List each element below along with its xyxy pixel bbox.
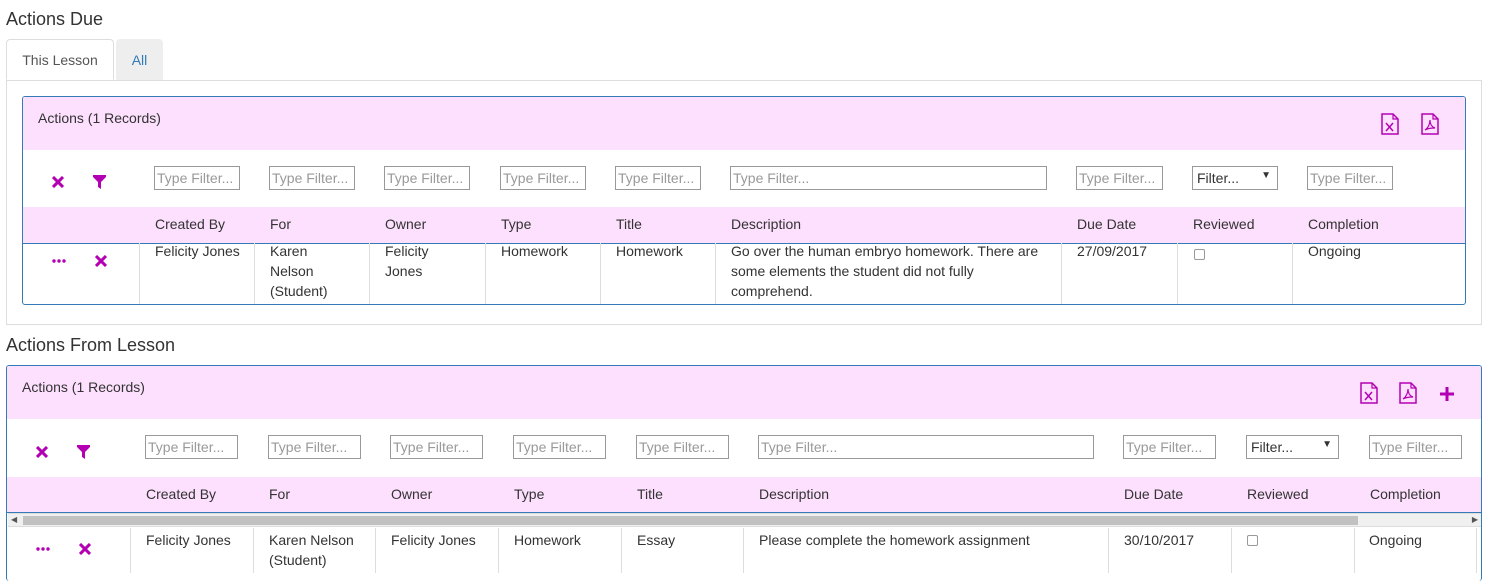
filter-type[interactable]	[500, 166, 586, 190]
scrollbar-thumb[interactable]	[23, 516, 1358, 525]
col-due-date[interactable]: Due Date	[1124, 486, 1183, 502]
panel-title: Actions (1 Records)	[22, 379, 145, 395]
filter-type[interactable]	[513, 435, 606, 459]
filter-owner[interactable]	[384, 166, 470, 190]
pdf-export-icon[interactable]	[1399, 382, 1417, 404]
filter-completion[interactable]	[1369, 435, 1462, 459]
clear-filter-icon[interactable]	[52, 176, 64, 188]
filter-completion[interactable]	[1307, 166, 1393, 190]
col-description[interactable]: Description	[731, 216, 801, 232]
cell-owner: Felicity Jones	[391, 532, 476, 548]
cell-due-date: 27/09/2017	[1077, 243, 1148, 259]
funnel-icon[interactable]	[93, 175, 106, 189]
excel-export-icon[interactable]	[1381, 113, 1399, 135]
cell-for: Karen Nelson (Student)	[269, 532, 354, 568]
cell-created-by: Felicity Jones	[146, 532, 231, 548]
excel-export-icon[interactable]	[1360, 382, 1378, 404]
reviewed-checkbox[interactable]	[1247, 535, 1258, 546]
horizontal-scrollbar[interactable]: ◀ ▶	[8, 513, 1481, 527]
more-options-icon[interactable]	[36, 547, 50, 551]
filter-for[interactable]	[269, 166, 355, 190]
more-options-icon[interactable]	[52, 259, 66, 263]
col-completion[interactable]: Completion	[1308, 216, 1379, 232]
col-reviewed[interactable]: Reviewed	[1193, 216, 1254, 232]
filter-description[interactable]	[730, 166, 1047, 190]
filter-title[interactable]	[615, 166, 701, 190]
col-owner[interactable]: Owner	[385, 216, 426, 232]
col-description[interactable]: Description	[759, 486, 829, 502]
col-title[interactable]: Title	[616, 216, 642, 232]
col-type[interactable]: Type	[501, 216, 531, 232]
col-created-by[interactable]: Created By	[146, 486, 216, 502]
panel-header: Actions (1 Records)	[23, 97, 1465, 151]
cell-type: Homework	[501, 243, 568, 259]
table-row: Felicity Jones Karen Nelson (Student) Fe…	[23, 243, 1465, 304]
funnel-icon[interactable]	[77, 445, 90, 459]
pdf-export-icon[interactable]	[1421, 113, 1439, 135]
filter-select-value: Filter...	[1197, 170, 1240, 186]
delete-icon[interactable]	[79, 543, 91, 555]
scroll-left-icon[interactable]: ◀	[11, 514, 17, 526]
actions-from-lesson-title: Actions From Lesson	[6, 335, 176, 355]
col-title[interactable]: Title	[637, 486, 663, 502]
filter-select-value: Filter...	[1251, 439, 1294, 455]
caret-down-icon: ▼	[1261, 170, 1271, 181]
cell-type: Homework	[514, 532, 581, 548]
tab-all[interactable]: All	[116, 39, 163, 80]
cell-title: Essay	[637, 532, 676, 548]
actions-due-panel: Actions (1 Records) Filter... ▼	[22, 96, 1466, 305]
cell-completion: Ongoing	[1369, 532, 1422, 548]
panel-header: Actions (1 Records)	[7, 366, 1481, 420]
cell-due-date: 30/10/2017	[1124, 532, 1195, 548]
col-due-date[interactable]: Due Date	[1077, 216, 1136, 232]
cell-created-by: Felicity Jones	[155, 243, 240, 259]
filter-created-by[interactable]	[145, 435, 238, 459]
filter-description[interactable]	[758, 435, 1094, 459]
cell-for: Karen Nelson (Student)	[270, 243, 328, 299]
panel-title: Actions (1 Records)	[38, 110, 161, 126]
filter-for[interactable]	[268, 435, 361, 459]
reviewed-checkbox[interactable]	[1194, 249, 1205, 260]
filter-row: Filter... ▼	[23, 150, 1465, 208]
caret-down-icon: ▼	[1322, 439, 1332, 450]
plus-icon[interactable]	[1440, 387, 1454, 401]
clear-filter-icon[interactable]	[36, 446, 48, 458]
filter-owner[interactable]	[390, 435, 483, 459]
filter-title[interactable]	[636, 435, 729, 459]
col-created-by[interactable]: Created By	[155, 216, 225, 232]
tab-this-lesson[interactable]: This Lesson	[6, 39, 114, 80]
cell-title: Homework	[616, 243, 683, 259]
filter-row: Filter... ▼	[7, 419, 1481, 478]
cell-completion: Ongoing	[1308, 243, 1361, 259]
table-row: Felicity Jones Karen Nelson (Student) Fe…	[6, 528, 1477, 581]
filter-reviewed-select[interactable]: Filter... ▼	[1246, 435, 1339, 459]
col-owner[interactable]: Owner	[391, 486, 432, 502]
cell-owner: Felicity Jones	[385, 243, 429, 279]
filter-due-date[interactable]	[1076, 166, 1163, 190]
col-for[interactable]: For	[270, 216, 291, 232]
cell-description: Go over the human embryo homework. There…	[731, 243, 1039, 299]
filter-created-by[interactable]	[154, 166, 240, 190]
filter-due-date[interactable]	[1123, 435, 1216, 459]
scroll-right-icon[interactable]: ▶	[1472, 514, 1478, 526]
filter-reviewed-select[interactable]: Filter... ▼	[1192, 166, 1278, 190]
column-header-row: Created By For Owner Type Title Descript…	[7, 477, 1481, 513]
col-type[interactable]: Type	[514, 486, 544, 502]
delete-icon[interactable]	[95, 255, 107, 267]
cell-description: Please complete the homework assignment	[759, 532, 1030, 548]
col-for[interactable]: For	[269, 486, 290, 502]
col-completion[interactable]: Completion	[1370, 486, 1441, 502]
col-reviewed[interactable]: Reviewed	[1247, 486, 1308, 502]
actions-due-title: Actions Due	[6, 9, 104, 29]
column-header-row: Created By For Owner Type Title Descript…	[23, 207, 1465, 244]
